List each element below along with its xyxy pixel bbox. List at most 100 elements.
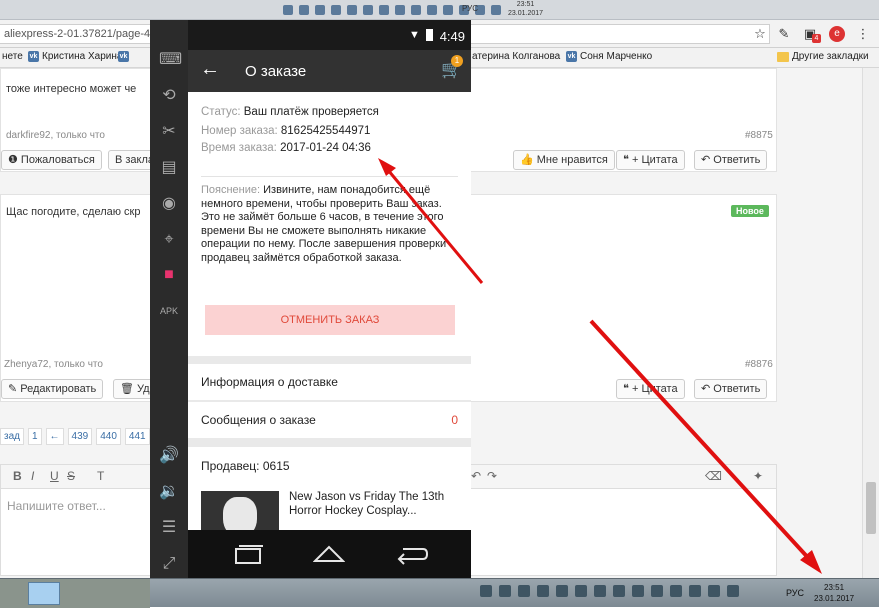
inbox-icon[interactable]: ▤ (159, 158, 179, 178)
page-scrollbar[interactable] (862, 68, 879, 578)
undo-icon[interactable]: ↶ (471, 469, 481, 483)
taskbar-left (0, 579, 150, 608)
delivery-info-row[interactable]: Информация о доставке (188, 364, 471, 400)
seller-title[interactable]: Продавец: 0615 (201, 459, 290, 473)
top-date: 23.01.2017 (508, 10, 544, 17)
scrollbar-thumb[interactable] (866, 482, 876, 534)
wrench-icon[interactable]: ✦ (753, 469, 763, 483)
bookmark-4[interactable]: атерина Колганова (472, 51, 560, 62)
language-indicator[interactable]: РУС (786, 588, 804, 598)
tray-icon[interactable] (537, 585, 549, 597)
reply-label: Ответить (713, 383, 761, 395)
vk-icon: vk (28, 51, 39, 62)
pager-prev[interactable]: зад (0, 428, 24, 445)
home-icon[interactable] (313, 543, 345, 565)
fullscreen-icon[interactable]: ⤢ (159, 554, 179, 574)
tray-icon[interactable] (480, 585, 492, 597)
italic-icon[interactable]: I (31, 469, 34, 483)
order-time-row: Время заказа: 2017-01-24 04:36 (201, 142, 371, 154)
pencil-icon: ✎ (8, 383, 21, 395)
other-bookmarks[interactable]: Другие закладки (777, 51, 869, 62)
star-icon[interactable]: ☆ (752, 26, 768, 42)
pager-page[interactable]: 440 (96, 428, 121, 445)
quote-button[interactable]: ❝ + Цитата (616, 379, 685, 399)
post-author[interactable]: darkfire92, только что (6, 130, 105, 141)
report-button[interactable]: ❶ Пожаловаться (1, 150, 102, 170)
tray-icon[interactable] (556, 585, 568, 597)
top-lang[interactable]: РУС (462, 4, 478, 13)
bookmark-3[interactable]: vk (118, 51, 129, 62)
bold-icon[interactable]: B (13, 469, 22, 483)
video-record-icon[interactable]: ■ (159, 265, 179, 285)
quote-button[interactable]: ❝ + Цитата (616, 150, 685, 170)
new-badge: Новое (731, 205, 769, 217)
order-time-value: 2017-01-24 04:36 (280, 142, 371, 154)
camera-icon[interactable]: ◉ (159, 194, 179, 214)
taskbar-app-icon[interactable] (28, 582, 60, 605)
tray-icon[interactable] (575, 585, 587, 597)
pager-page[interactable]: 441 (124, 428, 150, 445)
app-bar: ← О заказе 🛒 1 (188, 50, 471, 92)
tray-icon[interactable] (689, 585, 701, 597)
order-messages-row[interactable]: Сообщения о заказе 0 (188, 402, 471, 438)
reply-button[interactable]: ↶ Ответить (694, 150, 768, 170)
reply-button[interactable]: ↶ Ответить (694, 379, 768, 399)
post-id[interactable]: #8875 (745, 130, 773, 141)
rotate-icon[interactable]: ⟲ (159, 86, 179, 106)
volume-down-icon[interactable]: 🔉 (159, 482, 179, 502)
extension-icon[interactable]: ✎ (776, 26, 792, 42)
tray-icon[interactable] (651, 585, 663, 597)
menu-icon[interactable]: ⋮ (855, 26, 871, 42)
tray-icon[interactable] (708, 585, 720, 597)
top-clock[interactable]: 23:51 23.01.2017 (508, 0, 543, 18)
bookmark-1[interactable]: нете (2, 51, 23, 62)
edit-button[interactable]: ✎ Редактировать (1, 379, 104, 399)
order-number-value[interactable]: 81625425544971 (281, 125, 371, 137)
product-name[interactable]: New Jason vs Friday The 13th Horror Hock… (289, 490, 464, 518)
warning-icon: ❶ (8, 154, 21, 166)
tray-icon[interactable] (499, 585, 511, 597)
recent-apps-icon[interactable] (232, 543, 264, 565)
pager-first[interactable]: 1 (27, 428, 42, 445)
apk-icon[interactable]: APK (159, 301, 179, 321)
back-arrow-icon[interactable]: ← (200, 58, 220, 81)
post-text: тоже интересно может че (6, 83, 137, 95)
volume-up-icon[interactable]: 🔊 (159, 446, 179, 466)
android-phone: ▼ 4:49 ← О заказе 🛒 1 Статус: Ваш платёж… (188, 20, 471, 578)
keyboard-icon[interactable]: ⌨ (159, 50, 182, 70)
location-icon[interactable]: ⌖ (159, 230, 179, 250)
adblock-icon[interactable]: e (829, 26, 845, 42)
strike-icon[interactable]: S (67, 469, 75, 483)
eraser-icon[interactable]: ⌫ (705, 469, 722, 483)
edit-label: Редактировать (20, 383, 97, 395)
taskbar-clock[interactable]: 23:51 23.01.2017 (814, 582, 854, 604)
redo-icon[interactable]: ↷ (487, 469, 497, 483)
bookmark-5[interactable]: vk Соня Марченко (566, 51, 652, 62)
tray-icon[interactable] (727, 585, 739, 597)
tray-icon[interactable] (670, 585, 682, 597)
font-icon[interactable]: T (97, 469, 104, 483)
post-author[interactable]: Zhenya72, только что (4, 359, 103, 370)
post-id[interactable]: #8876 (745, 359, 773, 370)
pager-page[interactable]: 439 (67, 428, 93, 445)
tray-icon[interactable] (613, 585, 625, 597)
status-row: Статус: Ваш платёж проверяется (201, 106, 379, 118)
back-icon[interactable] (395, 543, 429, 565)
tray-icon[interactable] (632, 585, 644, 597)
scissors-icon[interactable]: ✂ (159, 122, 179, 142)
underline-icon[interactable]: U (50, 469, 59, 483)
tray-icon[interactable] (594, 585, 606, 597)
screen-title: О заказе (245, 63, 307, 80)
vk-icon: vk (566, 51, 577, 62)
reply-icon: ↶ (701, 154, 714, 166)
menu-icon[interactable]: ☰ (159, 518, 179, 538)
pager-ellipsis[interactable]: ← (45, 428, 64, 445)
product-image[interactable] (201, 491, 279, 530)
clock-time: 23:51 (824, 583, 845, 592)
reply-label: Ответить (713, 154, 761, 166)
tray-icon[interactable] (518, 585, 530, 597)
cancel-order-button[interactable]: ОТМЕНИТЬ ЗАКАЗ (205, 305, 455, 335)
like-button[interactable]: 👍 Мне нравится (513, 150, 615, 170)
bookmark-2[interactable]: vk Кристина Харина (28, 51, 122, 62)
reply-input[interactable]: Напишите ответ... (7, 499, 106, 513)
